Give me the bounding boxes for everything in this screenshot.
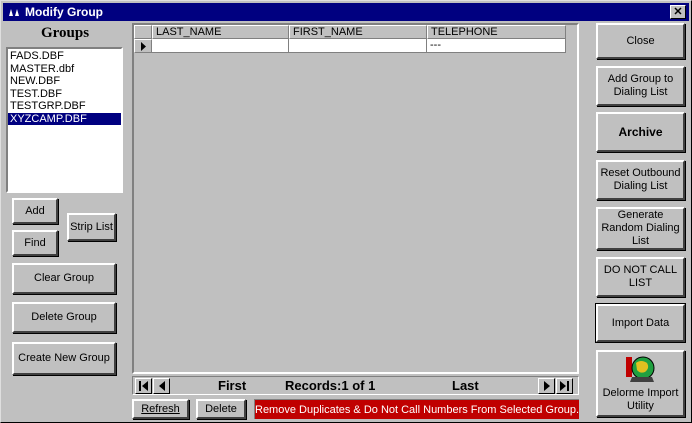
cell-first-name[interactable] [289,39,427,53]
list-item[interactable]: MASTER.dbf [8,63,121,76]
nav-last-label: Last [452,378,479,393]
prev-record-icon [158,381,165,391]
record-navigator: First Records:1 of 1 Last [132,376,579,395]
nav-first-button[interactable] [135,378,152,394]
delorme-import-label: Delorme Import Utility [602,386,679,412]
records-grid[interactable]: LAST_NAME FIRST_NAME TELEPHONE --- [132,23,579,374]
nav-next-button[interactable] [538,378,555,394]
generate-random-button[interactable]: Generate Random Dialing List [596,207,685,250]
list-item[interactable]: TESTGRP.DBF [8,100,121,113]
cell-telephone[interactable]: --- [427,39,566,53]
clear-group-button[interactable]: Clear Group [12,263,116,294]
groups-heading: Groups [40,25,90,41]
next-record-icon [543,381,550,391]
refresh-button[interactable]: Refresh [132,399,189,419]
column-header-last-name[interactable]: LAST_NAME [152,25,289,39]
find-button[interactable]: Find [12,230,58,256]
list-item[interactable]: NEW.DBF [8,75,121,88]
delete-group-button[interactable]: Delete Group [12,302,116,333]
status-banner: Remove Duplicates & Do Not Call Numbers … [254,399,579,419]
list-item[interactable]: TEST.DBF [8,88,121,101]
table-row[interactable]: --- [134,39,566,53]
refresh-label: Refresh [141,402,180,415]
strip-list-button[interactable]: Strip List [67,213,116,241]
archive-button[interactable]: Archive [596,112,685,152]
window-title: Modify Group [25,5,103,19]
cell-last-name[interactable] [152,39,289,53]
grid-corner-cell [134,25,152,39]
nav-last-button[interactable] [556,378,573,394]
nav-prev-button[interactable] [153,378,170,394]
reset-outbound-button[interactable]: Reset Outbound Dialing List [596,160,685,200]
do-not-call-button[interactable]: DO NOT CALL LIST [596,257,685,297]
delete-button[interactable]: Delete [196,399,246,419]
add-button[interactable]: Add [12,198,58,224]
close-button[interactable]: Close [596,23,685,59]
groups-list[interactable]: FADS.DBF MASTER.dbf NEW.DBF TEST.DBF TESTGRP… [6,47,123,193]
last-record-icon [560,381,569,391]
title-bar[interactable]: Modify Group ✕ [3,3,689,21]
row-selector[interactable] [134,39,152,53]
grid-header-row: LAST_NAME FIRST_NAME TELEPHONE [134,25,566,39]
import-data-button[interactable]: Import Data [595,303,686,343]
app-icon [7,6,21,18]
delorme-globe-icon [625,356,654,382]
list-item[interactable]: FADS.DBF [8,50,121,63]
create-new-group-button[interactable]: Create New Group [12,342,116,375]
delorme-import-button[interactable]: Delorme Import Utility [596,350,685,417]
list-item[interactable]: XYZCAMP.DBF [8,112,121,125]
window-close-button[interactable]: ✕ [670,5,686,19]
nav-first-label: First [218,378,247,393]
modify-group-window: Modify Group ✕ Groups FADS.DBF MASTER.dbf… [0,0,692,423]
first-record-icon [139,381,148,391]
column-header-first-name[interactable]: FIRST_NAME [289,25,427,39]
current-row-arrow-icon [140,41,146,51]
nav-record-count: Records:1 of 1 [285,378,376,393]
column-header-telephone[interactable]: TELEPHONE [427,25,566,39]
add-group-to-dialing-button[interactable]: Add Group to Dialing List [596,66,685,106]
